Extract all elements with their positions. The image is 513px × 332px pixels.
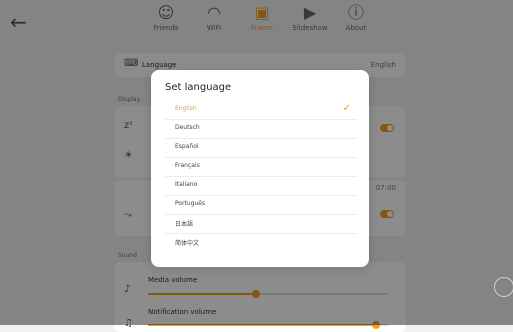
dialog-title: Set language bbox=[165, 82, 232, 93]
language-option-label: Español bbox=[175, 143, 199, 150]
language-option-label: 简体中文 bbox=[175, 240, 200, 247]
language-option-label: Deutsch bbox=[175, 124, 200, 131]
language-option-english[interactable]: English ✓ bbox=[165, 100, 357, 120]
language-option-italiano[interactable]: Italiano bbox=[165, 176, 357, 196]
language-option-portugues[interactable]: Português bbox=[165, 195, 357, 215]
language-option-label: English bbox=[175, 105, 197, 112]
language-option-simplified-chinese[interactable]: 简体中文 bbox=[165, 233, 357, 252]
language-option-label: Français bbox=[175, 162, 200, 169]
checkmark-icon: ✓ bbox=[342, 103, 351, 114]
language-option-label: 日本語 bbox=[175, 221, 194, 228]
home-circle-button[interactable] bbox=[494, 277, 513, 297]
language-option-label: Italiano bbox=[175, 181, 198, 188]
language-option-espanol[interactable]: Español bbox=[165, 138, 357, 158]
language-option-japanese[interactable]: 日本語 bbox=[165, 214, 357, 234]
language-option-deutsch[interactable]: Deutsch bbox=[165, 119, 357, 139]
language-option-francais[interactable]: Français bbox=[165, 157, 357, 177]
language-option-label: Português bbox=[175, 200, 206, 207]
set-language-dialog: Set language English ✓ Deutsch Español F… bbox=[151, 70, 369, 267]
